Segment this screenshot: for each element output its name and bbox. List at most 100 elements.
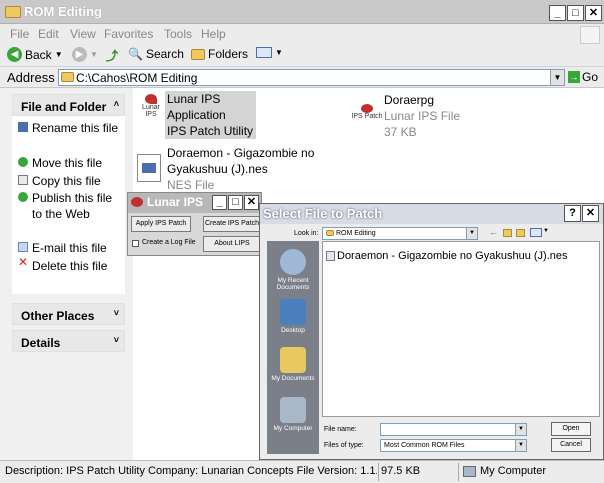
task-move[interactable]: Move this file bbox=[32, 155, 122, 171]
menu-help[interactable]: Help bbox=[201, 27, 226, 41]
lunar-ips-file-icon[interactable]: Lunar IPS bbox=[136, 94, 166, 130]
place-desktop[interactable]: Desktop bbox=[267, 299, 319, 334]
file-name-input[interactable]: ▼ bbox=[380, 423, 527, 436]
doraerpg-icon-caption: IPS Patch bbox=[351, 113, 383, 120]
task-copy[interactable]: Copy this file bbox=[32, 173, 122, 189]
nes-file-small-icon bbox=[326, 251, 335, 261]
nes-grid-icon bbox=[142, 163, 156, 173]
file-type-dropdown-icon[interactable]: ▼ bbox=[515, 440, 526, 451]
place-my-documents[interactable]: My Documents bbox=[267, 347, 319, 382]
lunar-ips-title-bar[interactable]: Lunar IPS _ □ ✕ bbox=[128, 193, 261, 213]
menu-file[interactable]: File bbox=[10, 27, 29, 41]
dialog-close-button[interactable]: ✕ bbox=[582, 205, 599, 222]
move-icon bbox=[18, 157, 28, 167]
file-name-dropdown-icon[interactable]: ▼ bbox=[515, 424, 526, 435]
status-description: Description: IPS Patch Utility Company: … bbox=[5, 465, 377, 477]
go-button[interactable]: → Go bbox=[568, 70, 598, 84]
place-my-documents-label: My Documents bbox=[271, 375, 315, 382]
doraerpg-file-name: Doraerpg bbox=[384, 93, 435, 107]
forward-button[interactable]: ▶ ▼ bbox=[72, 47, 98, 62]
new-folder-icon[interactable] bbox=[516, 229, 525, 237]
select-file-dialog[interactable]: Select File to Patch ? ✕ Look in: ROM Ed… bbox=[259, 203, 604, 460]
my-documents-icon bbox=[280, 347, 306, 373]
up-folder-button[interactable]: ⤴ bbox=[106, 47, 118, 64]
nes-file-type: NES File bbox=[167, 178, 215, 192]
address-input[interactable]: C:\Cahos\ROM Editing ▼ bbox=[58, 69, 565, 86]
open-button[interactable]: Open bbox=[551, 422, 591, 436]
file-type-select[interactable]: Most Common ROM Files ▼ bbox=[380, 439, 527, 452]
folders-button[interactable]: Folders bbox=[191, 47, 248, 61]
address-bar: Address C:\Cahos\ROM Editing ▼ → Go bbox=[0, 66, 604, 88]
place-my-computer[interactable]: My Computer bbox=[267, 397, 319, 432]
about-lips-button[interactable]: About LIPS bbox=[203, 236, 261, 252]
address-dropdown-icon[interactable]: ▼ bbox=[550, 70, 564, 85]
look-in-folder-icon bbox=[326, 230, 334, 237]
menu-bar: File Edit View Favorites Tools Help bbox=[0, 24, 604, 44]
task-rename[interactable]: Rename this file bbox=[32, 120, 122, 136]
up-folder-nav-icon[interactable] bbox=[503, 229, 512, 237]
view-menu-dropdown-icon[interactable]: ▼ bbox=[543, 228, 549, 234]
view-menu-icon[interactable] bbox=[530, 228, 542, 237]
email-icon bbox=[18, 242, 28, 252]
address-folder-icon bbox=[61, 72, 74, 82]
look-in-label: Look in: bbox=[294, 230, 319, 237]
back-button[interactable]: ◀ Back ▼ bbox=[7, 47, 63, 62]
go-arrow-icon: → bbox=[568, 71, 580, 83]
lunar-ips-file-selection[interactable]: Lunar IPS Application IPS Patch Utility bbox=[165, 91, 256, 139]
dialog-file-list[interactable]: Doraemon - Gigazombie no Gyakushuu (J).n… bbox=[322, 241, 600, 417]
create-ips-patch-button[interactable]: Create IPS Patch bbox=[203, 216, 261, 232]
place-recent-documents[interactable]: My Recent Documents bbox=[267, 249, 319, 291]
file-folder-tasks-header[interactable]: File and Folder ˄ bbox=[12, 94, 125, 116]
lunar-close-button[interactable]: ✕ bbox=[244, 195, 259, 210]
title-bar[interactable]: ROM Editing _ □ ✕ bbox=[0, 0, 604, 24]
menu-edit[interactable]: Edit bbox=[38, 27, 59, 41]
other-places-header[interactable]: Other Places ˅ bbox=[12, 303, 125, 325]
task-delete[interactable]: Delete this file bbox=[32, 258, 122, 274]
file-name-label: File name: bbox=[324, 426, 357, 433]
cancel-button[interactable]: Cancel bbox=[551, 438, 591, 452]
create-log-checkbox[interactable] bbox=[132, 240, 139, 247]
close-button[interactable]: ✕ bbox=[585, 5, 602, 21]
lunar-maximize-button[interactable]: □ bbox=[228, 195, 243, 210]
expand-chevron-icon: ˅ bbox=[113, 335, 119, 345]
views-icon bbox=[256, 47, 272, 58]
lunar-ips-title: Lunar IPS bbox=[147, 195, 204, 209]
apply-ips-patch-button[interactable]: Apply IPS Patch bbox=[131, 216, 191, 232]
lunar-ips-title-icon bbox=[131, 197, 143, 207]
task-email[interactable]: E-mail this file bbox=[32, 240, 122, 256]
lunar-minimize-button[interactable]: _ bbox=[212, 195, 227, 210]
dialog-file-item[interactable]: Doraemon - Gigazombie no Gyakushuu (J).n… bbox=[326, 250, 568, 262]
lunar-ips-window[interactable]: Lunar IPS _ □ ✕ Apply IPS Patch Create I… bbox=[127, 192, 262, 256]
go-label: Go bbox=[582, 70, 599, 84]
dialog-help-button[interactable]: ? bbox=[564, 205, 581, 222]
look-in-select[interactable]: ROM Editing ▼ bbox=[322, 227, 478, 240]
menu-favorites[interactable]: Favorites bbox=[104, 27, 153, 41]
doraerpg-file-icon[interactable]: IPS Patch bbox=[350, 104, 384, 128]
views-button[interactable]: ▼ bbox=[256, 47, 283, 58]
file-folder-tasks-title: File and Folder bbox=[21, 100, 107, 114]
doraerpg-file[interactable]: Doraerpg Lunar IPS File 37 KB bbox=[384, 92, 460, 140]
toolbar: ◀ Back ▼ ▶ ▼ ⤴ 🔍 Search Folders ▼ bbox=[0, 44, 604, 66]
nes-file-icon[interactable] bbox=[137, 154, 161, 182]
look-in-dropdown-icon[interactable]: ▼ bbox=[466, 228, 477, 239]
folders-icon bbox=[191, 48, 205, 60]
nes-file[interactable]: Doraemon - Gigazombie no Gyakushuu (J).n… bbox=[167, 145, 314, 193]
search-button[interactable]: 🔍 Search bbox=[128, 47, 184, 61]
menu-tools[interactable]: Tools bbox=[164, 27, 192, 41]
other-places-title: Other Places bbox=[21, 309, 95, 323]
task-pane: File and Folder ˄ Rename this file Move … bbox=[0, 88, 133, 460]
nes-file-name-line1: Doraemon - Gigazombie no bbox=[167, 146, 315, 160]
task-publish[interactable]: Publish this file to the Web bbox=[32, 190, 122, 222]
address-label: Address bbox=[7, 70, 55, 85]
copy-icon bbox=[18, 175, 28, 185]
dialog-title-bar[interactable]: Select File to Patch ? ✕ bbox=[260, 204, 603, 224]
recent-documents-icon bbox=[280, 249, 306, 275]
lunar-ips-file-type: IPS Patch Utility bbox=[167, 124, 254, 138]
back-nav-icon[interactable]: ← bbox=[489, 227, 498, 237]
details-header[interactable]: Details ˅ bbox=[12, 330, 125, 352]
doraerpg-file-type: Lunar IPS File bbox=[384, 109, 461, 123]
menu-view[interactable]: View bbox=[70, 27, 96, 41]
look-in-value: ROM Editing bbox=[335, 230, 376, 237]
back-label: Back bbox=[25, 47, 52, 62]
doraerpg-file-size: 37 KB bbox=[384, 125, 417, 139]
